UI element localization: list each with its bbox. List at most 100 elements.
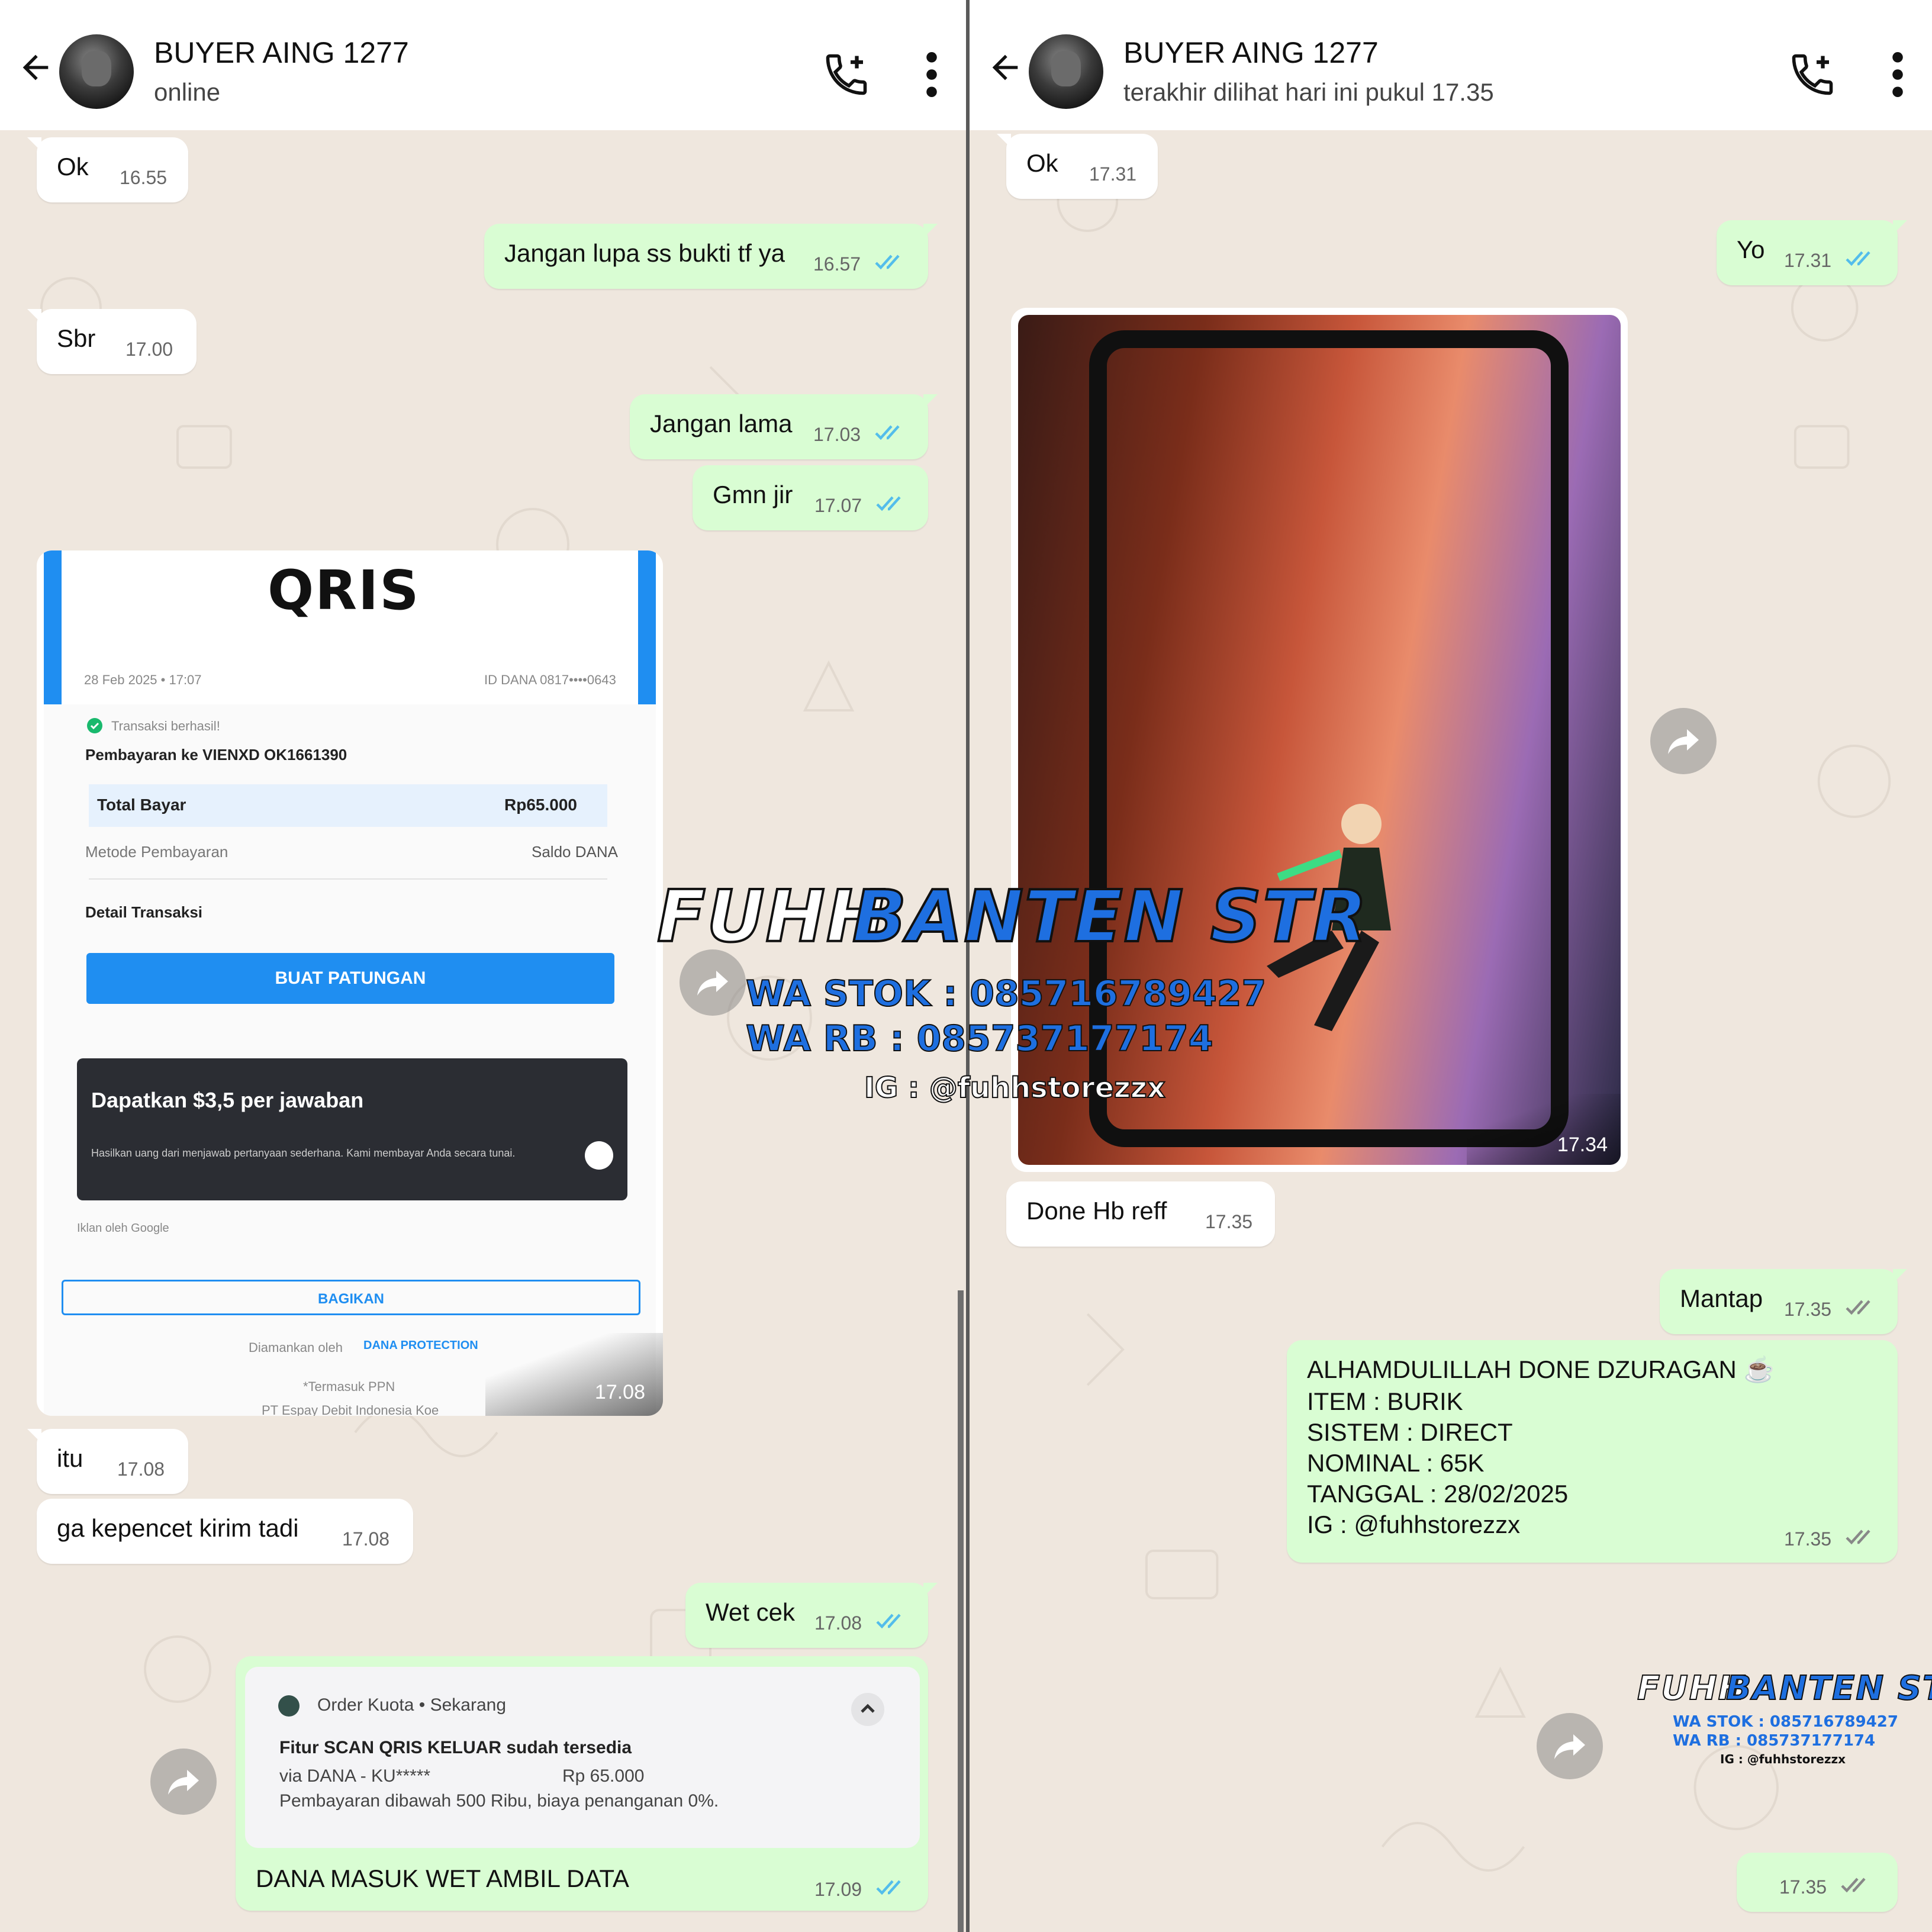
- message-text: Ok: [1026, 149, 1058, 177]
- contact-name[interactable]: BUYER AING 1277: [154, 36, 409, 70]
- more-vert-icon[interactable]: [1891, 52, 1905, 97]
- message-outgoing[interactable]: Jangan lama 17.03: [630, 394, 938, 459]
- message-outgoing[interactable]: Yo 17.31: [1717, 220, 1907, 285]
- ad-by: Iklan oleh Google: [77, 1222, 169, 1235]
- back-arrow-icon[interactable]: [17, 49, 54, 86]
- message-text: Gmn jir: [713, 481, 793, 508]
- message-time: 17.31: [1784, 250, 1832, 271]
- watermark-wa-rb: WA RB : 085737177174: [1673, 1732, 1876, 1750]
- message-time: 16.55: [120, 167, 168, 188]
- chevron-right-icon[interactable]: [585, 1141, 613, 1170]
- detail-label[interactable]: Detail Transaksi: [85, 903, 202, 922]
- message-outgoing[interactable]: Wet cek 17.08: [685, 1583, 938, 1648]
- message-text: Jangan lupa ss bukti tf ya: [504, 239, 785, 267]
- dana-protection: DANA PROTECTION: [363, 1339, 478, 1352]
- double-check-icon: [875, 425, 900, 440]
- summary-line: NOMINAL : 65K: [1307, 1449, 1485, 1477]
- divider: [89, 878, 607, 880]
- message-time: 16.57: [813, 253, 861, 275]
- message-incoming[interactable]: Sbr 17.00: [27, 309, 197, 374]
- receipt-payment-to: Pembayaran ke VIENXD OK1661390: [85, 746, 347, 764]
- double-check-icon: [1846, 1300, 1870, 1315]
- create-patungan-button[interactable]: BUAT PATUNGAN: [86, 953, 614, 1004]
- summary-line: SISTEM : DIRECT: [1307, 1418, 1513, 1446]
- add-call-icon[interactable]: [822, 50, 871, 99]
- message-time: 17.35: [1205, 1211, 1253, 1232]
- summary-line: ALHAMDULILLAH DONE DZURAGAN ☕: [1307, 1355, 1775, 1383]
- double-check-icon: [876, 1614, 901, 1629]
- summary-line: TANGGAL : 28/02/2025: [1307, 1480, 1569, 1508]
- ad-banner[interactable]: Dapatkan $3,5 per jawaban Hasilkan uang …: [77, 1058, 627, 1200]
- share-button[interactable]: BAGIKAN: [62, 1280, 640, 1315]
- more-vert-icon[interactable]: [925, 52, 939, 97]
- double-check-icon: [1841, 1878, 1866, 1893]
- summary-line: ITEM : BURIK: [1307, 1387, 1463, 1415]
- total-value: Rp65.000: [504, 796, 577, 814]
- contact-avatar[interactable]: [59, 34, 134, 109]
- message-incoming[interactable]: Done Hb reff 17.35: [1006, 1181, 1275, 1247]
- back-arrow-icon[interactable]: [986, 49, 1024, 86]
- forward-button[interactable]: [1537, 1713, 1603, 1779]
- contact-status: terakhir dilihat hari ini pukul 17.35: [1123, 78, 1494, 106]
- watermark-sticker: FUHH BANTEN STR WA STOK : 085716789427 W…: [1637, 1669, 1932, 1776]
- chevron-up-icon[interactable]: [851, 1693, 884, 1726]
- notification-title: Fitur SCAN QRIS KELUAR sudah tersedia: [279, 1738, 632, 1757]
- ad-title: Dapatkan $3,5 per jawaban: [91, 1088, 364, 1112]
- double-check-icon: [876, 496, 901, 511]
- message-incoming[interactable]: Ok 17.31: [997, 134, 1158, 199]
- message-incoming[interactable]: Ok 16.55: [27, 137, 188, 202]
- watermark-ig: IG : @fuhhstorezzx: [864, 1071, 1166, 1105]
- secured-by: Diamankan oleh: [249, 1340, 343, 1355]
- method-value: Saldo DANA: [532, 843, 618, 861]
- summary-line: IG : @fuhhstorezzx: [1307, 1511, 1521, 1538]
- forward-button[interactable]: [150, 1749, 217, 1815]
- chat-header: BUYER AING 1277 online: [0, 0, 966, 130]
- message-outgoing-sticker-time[interactable]: 17.35: [1737, 1853, 1898, 1912]
- notification-amount: Rp 65.000: [562, 1766, 645, 1786]
- total-label: Total Bayar: [97, 796, 186, 814]
- message-outgoing-summary[interactable]: ALHAMDULILLAH DONE DZURAGAN ☕ ITEM : BUR…: [1287, 1340, 1898, 1563]
- message-incoming[interactable]: ga kepencet kirim tadi 17.08: [37, 1499, 413, 1564]
- double-check-icon: [876, 1880, 901, 1895]
- message-time: 17.00: [125, 339, 173, 360]
- company-name: PT Espay Debit Indonesia Koe: [262, 1403, 439, 1416]
- message-time: 17.08: [117, 1458, 165, 1480]
- message-outgoing[interactable]: Mantap 17.35: [1660, 1269, 1907, 1334]
- notification-via: via DANA - KU*****: [279, 1766, 431, 1786]
- message-outgoing[interactable]: Jangan lupa ss bukti tf ya 16.57: [484, 224, 938, 289]
- qris-logo: QRIS: [268, 559, 420, 622]
- message-text: itu: [57, 1444, 83, 1472]
- forward-button[interactable]: [1650, 708, 1717, 774]
- watermark-wa-stok: WA STOK : 085716789427: [745, 973, 1267, 1015]
- message-text: Yo: [1737, 236, 1765, 263]
- message-time: 17.09: [814, 1879, 862, 1900]
- message-incoming[interactable]: itu 17.08: [27, 1429, 188, 1494]
- payment-receipt-image[interactable]: QRIS 28 Feb 2025 • 17:07 ID DANA 0817•••…: [37, 550, 663, 1416]
- message-outgoing[interactable]: Gmn jir 17.07: [693, 465, 928, 530]
- add-call-icon[interactable]: [1788, 50, 1837, 99]
- message-text: Wet cek: [706, 1598, 795, 1626]
- contact-status: online: [154, 78, 221, 106]
- notification-card[interactable]: Order Kuota • Sekarang Fitur SCAN QRIS K…: [245, 1667, 920, 1848]
- receipt-success: Transaksi berhasil!: [111, 719, 220, 733]
- double-check-icon: [1846, 251, 1870, 266]
- forward-icon: [168, 1770, 199, 1795]
- message-time: 17.07: [814, 495, 862, 516]
- image-time: 17.08: [594, 1381, 645, 1403]
- message-text: ga kepencet kirim tadi: [57, 1514, 299, 1542]
- watermark-ig: IG : @fuhhstorezzx: [1720, 1752, 1846, 1766]
- message-text: Ok: [57, 153, 89, 181]
- message-time: 17.08: [814, 1612, 862, 1634]
- forward-icon: [1668, 729, 1699, 754]
- contact-avatar[interactable]: [1029, 34, 1103, 109]
- message-time: 17.08: [342, 1528, 390, 1550]
- contact-name[interactable]: BUYER AING 1277: [1123, 36, 1379, 70]
- notification-app: Order Kuota • Sekarang: [317, 1695, 507, 1715]
- message-text: Sbr: [57, 324, 96, 352]
- message-text: Mantap: [1680, 1284, 1763, 1312]
- watermark-title-b: BANTEN STR: [851, 875, 1368, 959]
- chat-header: BUYER AING 1277 terakhir dilihat hari in…: [970, 0, 1932, 130]
- image-time: 17.34: [1557, 1134, 1608, 1156]
- tax-note: *Termasuk PPN: [303, 1379, 395, 1394]
- panel-divider: [958, 1290, 964, 1932]
